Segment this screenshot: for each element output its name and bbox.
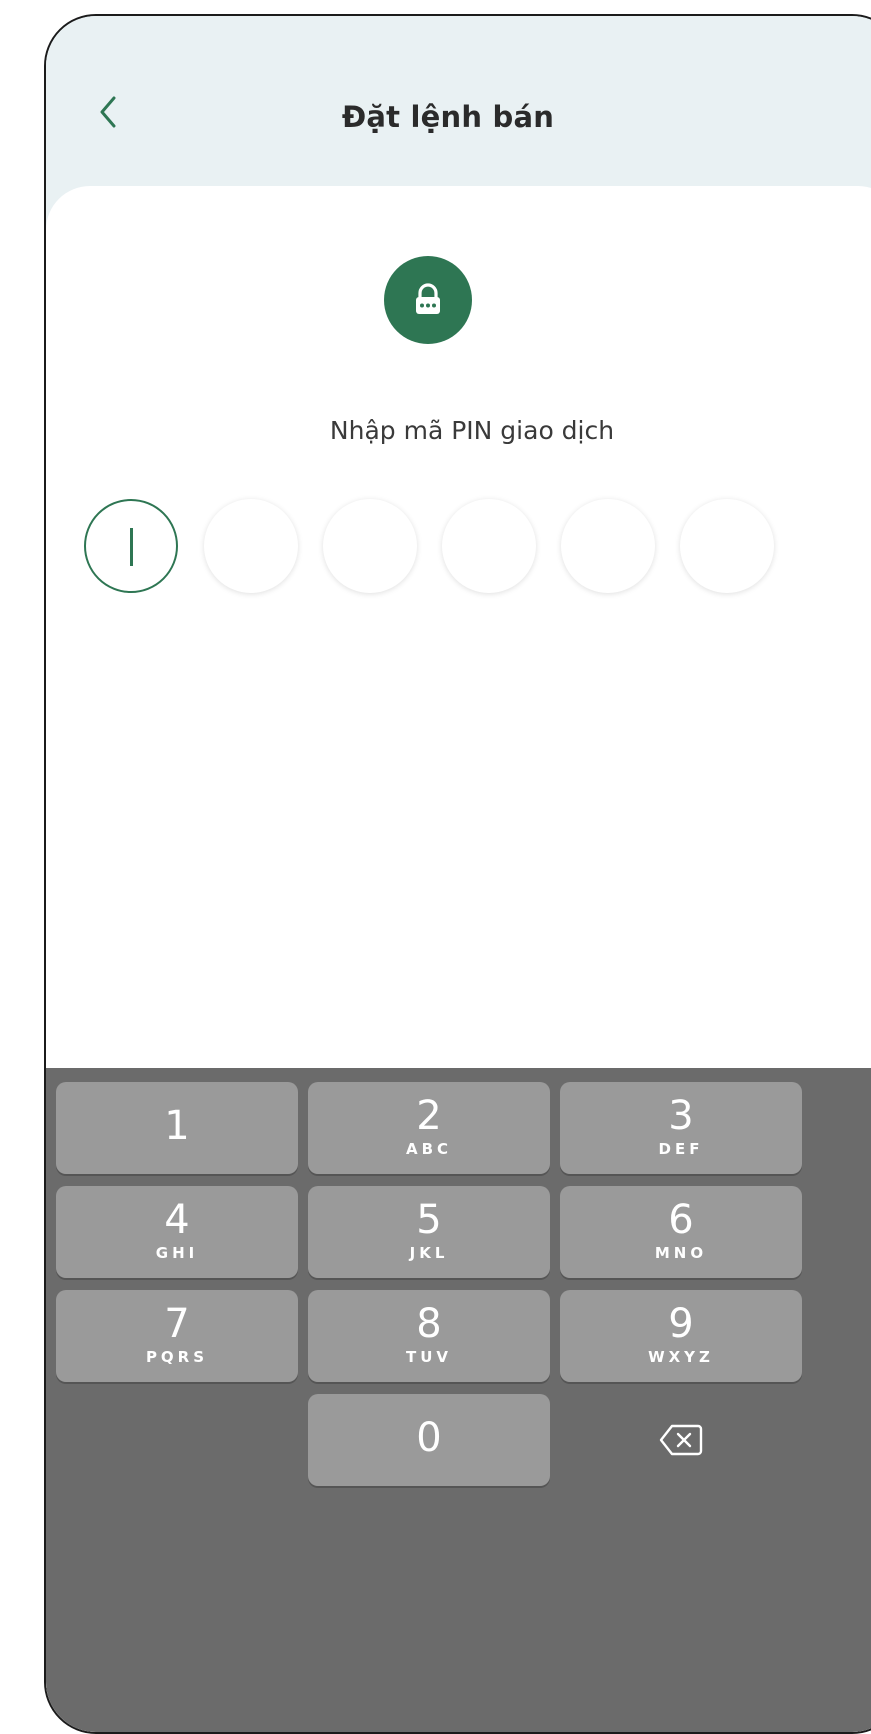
key-3[interactable]: 3 DEF [560, 1082, 802, 1174]
key-digit: 6 [668, 1197, 694, 1243]
key-digit: 4 [164, 1197, 190, 1243]
numeric-keypad: 1 2 ABC 3 DEF 4 GHI 5 JKL 6 MNO 7 PQRS 8… [46, 1068, 871, 1732]
backspace-icon [659, 1424, 703, 1456]
delete-key[interactable] [560, 1394, 802, 1486]
pin-digit-2[interactable] [204, 499, 298, 593]
key-letters: DEF [658, 1140, 704, 1158]
key-7[interactable]: 7 PQRS [56, 1290, 298, 1382]
text-cursor [130, 528, 133, 566]
key-digit: 8 [416, 1301, 442, 1347]
lock-badge [384, 256, 472, 344]
key-letters: GHI [155, 1244, 199, 1262]
pin-digit-1[interactable] [84, 499, 178, 593]
pin-digit-6[interactable] [680, 499, 774, 593]
phone-screen: Đặt lệnh bán Nhập mã PIN giao dịch 1 2 A… [44, 14, 871, 1734]
key-letters: ABC [405, 1140, 453, 1158]
page-title: Đặt lệnh bán [341, 100, 555, 134]
key-2[interactable]: 2 ABC [308, 1082, 550, 1174]
key-9[interactable]: 9 WXYZ [560, 1290, 802, 1382]
key-8[interactable]: 8 TUV [308, 1290, 550, 1382]
key-digit: 7 [164, 1301, 190, 1347]
pin-digit-4[interactable] [442, 499, 536, 593]
lock-icon [416, 283, 440, 314]
pin-input-row[interactable] [84, 499, 864, 599]
key-digit: 1 [164, 1103, 190, 1149]
pin-digit-3[interactable] [323, 499, 417, 593]
key-1[interactable]: 1 [56, 1082, 298, 1174]
pin-prompt: Nhập mã PIN giao dịch [329, 416, 615, 445]
key-digit: 9 [668, 1301, 694, 1347]
key-0[interactable]: 0 [308, 1394, 550, 1486]
key-letters: PQRS [145, 1348, 209, 1366]
pin-digit-5[interactable] [561, 499, 655, 593]
header-bar: Đặt lệnh bán [46, 16, 871, 206]
key-digit: 5 [416, 1197, 442, 1243]
key-4[interactable]: 4 GHI [56, 1186, 298, 1278]
key-letters: TUV [405, 1348, 453, 1366]
key-digit: 0 [416, 1415, 442, 1461]
key-letters: MNO [654, 1244, 708, 1262]
key-letters: WXYZ [648, 1348, 714, 1366]
key-digit: 2 [416, 1093, 442, 1139]
key-digit: 3 [668, 1093, 694, 1139]
key-letters: JKL [409, 1244, 449, 1262]
key-5[interactable]: 5 JKL [308, 1186, 550, 1278]
key-6[interactable]: 6 MNO [560, 1186, 802, 1278]
